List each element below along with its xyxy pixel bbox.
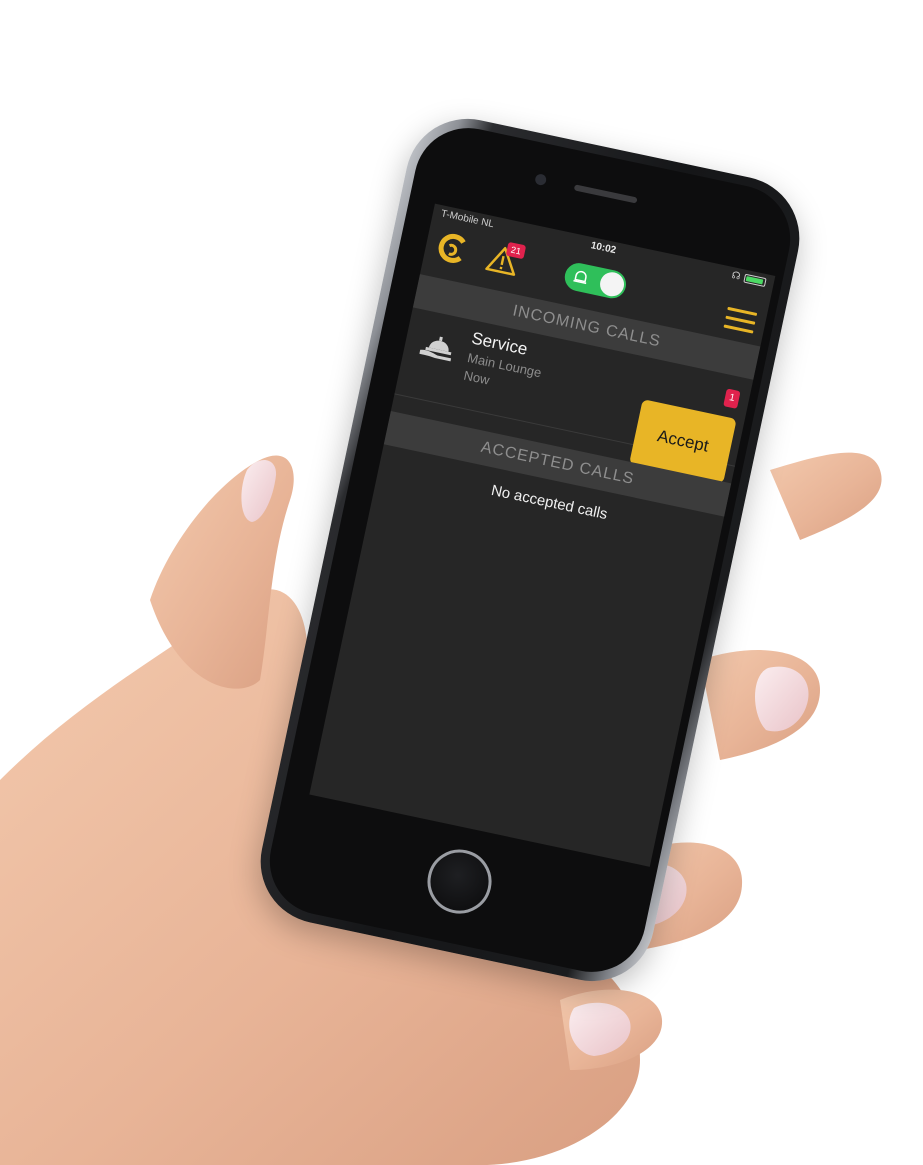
headphones-icon: ☊ bbox=[730, 270, 742, 283]
call-time: Now bbox=[462, 367, 491, 388]
alerts-button[interactable]: 21 bbox=[484, 241, 527, 278]
home-button[interactable] bbox=[421, 843, 498, 920]
call-count-badge: 1 bbox=[723, 388, 741, 409]
service-bell-hand-icon bbox=[419, 336, 452, 362]
product-photo: T-Mobile NL 10:02 ☊ 21 INCOMING CALLS Se… bbox=[0, 0, 923, 1165]
front-camera bbox=[534, 173, 548, 187]
battery-icon bbox=[743, 273, 767, 288]
bell-icon bbox=[573, 270, 587, 285]
hamburger-menu-icon[interactable] bbox=[723, 306, 758, 337]
app-logo-icon bbox=[438, 233, 466, 263]
toggle-knob bbox=[597, 270, 627, 299]
earpiece-speaker bbox=[573, 184, 638, 204]
availability-toggle[interactable] bbox=[562, 260, 629, 301]
